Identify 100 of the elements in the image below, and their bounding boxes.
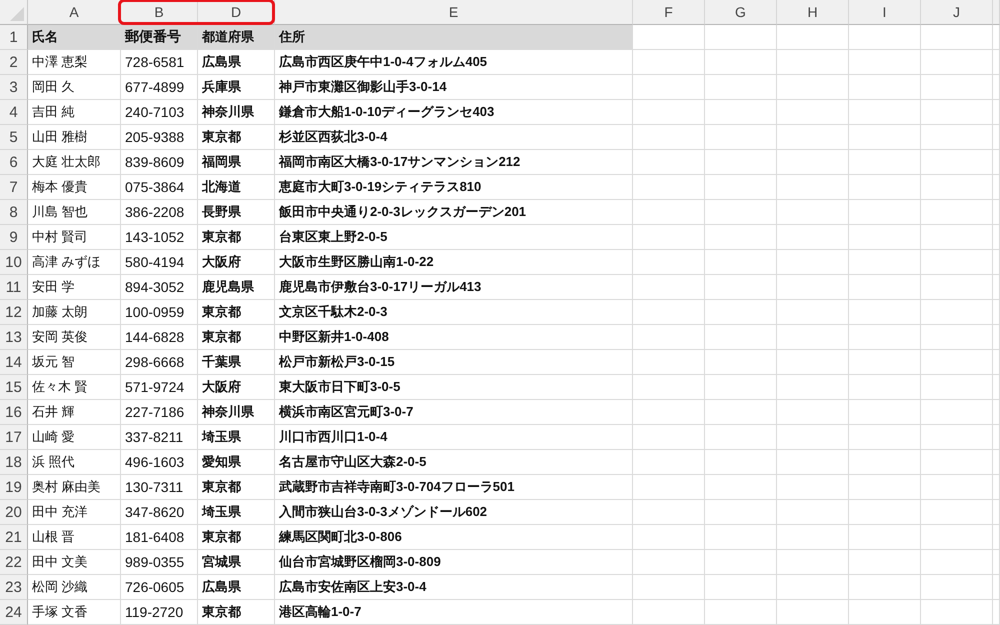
empty-cell <box>849 500 921 525</box>
empty-cell <box>849 325 921 350</box>
empty-cell <box>633 350 705 375</box>
empty-cell <box>849 150 921 175</box>
column-header[interactable]: F <box>633 0 705 25</box>
empty-cell <box>849 100 921 125</box>
row-number[interactable]: 16 <box>0 400 28 425</box>
table-cell: 高津 みずほ <box>28 250 121 275</box>
empty-cell <box>849 175 921 200</box>
empty-cell <box>777 75 849 100</box>
table-cell: 130-7311 <box>121 475 198 500</box>
empty-cell <box>921 500 993 525</box>
empty-cell <box>921 375 993 400</box>
table-cell: 大庭 壮太郎 <box>28 150 121 175</box>
empty-cell <box>921 175 993 200</box>
table-cell: 839-8609 <box>121 150 198 175</box>
row-number[interactable]: 7 <box>0 175 28 200</box>
empty-cell <box>633 450 705 475</box>
table-cell: 神奈川県 <box>198 400 275 425</box>
table-cell: 広島市安佐南区上安3-0-4 <box>275 575 633 600</box>
row-number[interactable]: 5 <box>0 125 28 150</box>
empty-cell <box>777 250 849 275</box>
empty-cell <box>777 325 849 350</box>
column-header[interactable]: A <box>28 0 121 25</box>
empty-cell <box>705 225 777 250</box>
empty-cell <box>921 425 993 450</box>
empty-cell <box>849 225 921 250</box>
row-number[interactable]: 12 <box>0 300 28 325</box>
table-cell: 千葉県 <box>198 350 275 375</box>
table-cell: 337-8211 <box>121 425 198 450</box>
row-number[interactable]: 3 <box>0 75 28 100</box>
empty-cell <box>633 325 705 350</box>
row-number[interactable]: 23 <box>0 575 28 600</box>
empty-cell <box>633 100 705 125</box>
table-cell: 東京都 <box>198 300 275 325</box>
empty-cell <box>849 450 921 475</box>
table-cell: 港区高輪1-0-7 <box>275 600 633 625</box>
table-cell: 677-4899 <box>121 75 198 100</box>
column-header[interactable]: E <box>275 0 633 25</box>
row-number[interactable]: 21 <box>0 525 28 550</box>
row-number[interactable]: 19 <box>0 475 28 500</box>
empty-cell <box>849 575 921 600</box>
row-number[interactable]: 8 <box>0 200 28 225</box>
empty-cell <box>849 75 921 100</box>
row-number[interactable]: 2 <box>0 50 28 75</box>
column-header[interactable]: I <box>849 0 921 25</box>
empty-cell <box>633 550 705 575</box>
column-header[interactable]: J <box>921 0 993 25</box>
row-number[interactable]: 20 <box>0 500 28 525</box>
row-number[interactable]: 14 <box>0 350 28 375</box>
row-number[interactable]: 11 <box>0 275 28 300</box>
empty-cell <box>777 500 849 525</box>
table-cell: 205-9388 <box>121 125 198 150</box>
empty-cell <box>849 475 921 500</box>
empty-cell <box>705 300 777 325</box>
row-number[interactable]: 24 <box>0 600 28 625</box>
row-number[interactable]: 13 <box>0 325 28 350</box>
empty-cell <box>921 475 993 500</box>
empty-cell <box>921 75 993 100</box>
empty-cell <box>849 300 921 325</box>
table-cell: 神戸市東灘区御影山手3-0-14 <box>275 75 633 100</box>
empty-cell <box>921 600 993 625</box>
header-cell: 都道府県 <box>198 25 275 50</box>
empty-cell <box>777 175 849 200</box>
row-number[interactable]: 4 <box>0 100 28 125</box>
row-number[interactable]: 9 <box>0 225 28 250</box>
empty-cell <box>849 200 921 225</box>
empty-cell <box>921 525 993 550</box>
table-cell: 川口市西川口1-0-4 <box>275 425 633 450</box>
empty-cell <box>777 200 849 225</box>
table-cell: 文京区千駄木2-0-3 <box>275 300 633 325</box>
row-number[interactable]: 6 <box>0 150 28 175</box>
row-number[interactable]: 18 <box>0 450 28 475</box>
empty-cell <box>777 600 849 625</box>
row-number[interactable]: 22 <box>0 550 28 575</box>
empty-cell <box>921 125 993 150</box>
table-cell: 奥村 麻由美 <box>28 475 121 500</box>
empty-cell <box>777 550 849 575</box>
row-number[interactable]: 10 <box>0 250 28 275</box>
empty-cell <box>777 525 849 550</box>
empty-cell <box>921 550 993 575</box>
table-cell: 坂元 智 <box>28 350 121 375</box>
empty-cell <box>705 50 777 75</box>
empty-cell <box>921 50 993 75</box>
row-number[interactable]: 17 <box>0 425 28 450</box>
row-number[interactable]: 15 <box>0 375 28 400</box>
row-number[interactable]: 1 <box>0 25 28 50</box>
table-cell: 松岡 沙織 <box>28 575 121 600</box>
empty-cell <box>777 350 849 375</box>
empty-cell <box>633 475 705 500</box>
column-header[interactable] <box>993 0 1000 25</box>
column-header[interactable]: G <box>705 0 777 25</box>
column-header[interactable]: H <box>777 0 849 25</box>
table-cell: 鹿児島県 <box>198 275 275 300</box>
empty-cell <box>849 550 921 575</box>
empty-cell <box>777 400 849 425</box>
empty-cell <box>705 350 777 375</box>
empty-cell <box>921 250 993 275</box>
table-cell: 894-3052 <box>121 275 198 300</box>
table-cell: 加藤 太朗 <box>28 300 121 325</box>
